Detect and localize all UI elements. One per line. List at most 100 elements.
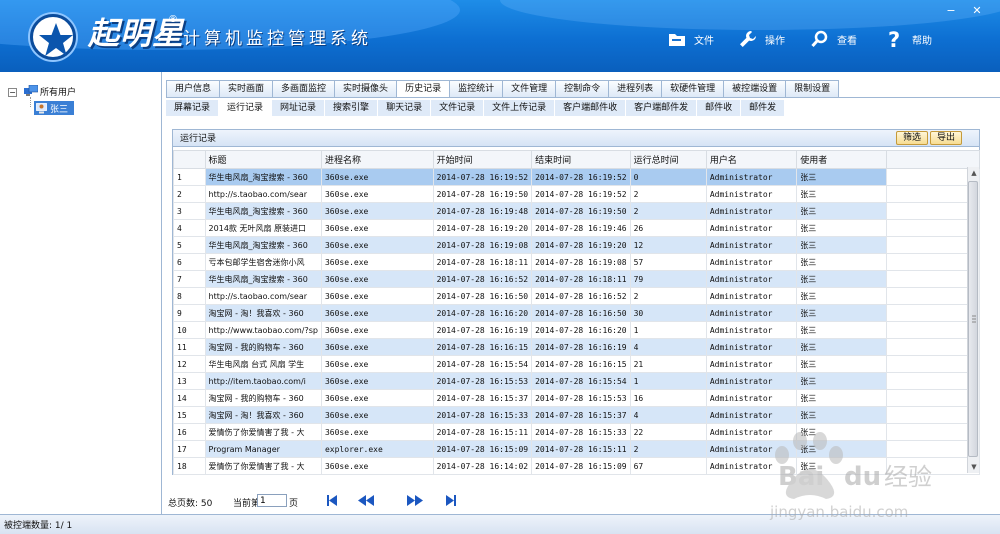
subtab-3[interactable]: 搜索引擎 <box>325 100 378 116</box>
tab-4[interactable]: 历史记录 <box>397 80 451 98</box>
close-button[interactable]: ✕ <box>968 4 986 18</box>
toolbar-operate-button[interactable]: 操作 <box>737 26 785 52</box>
table-cell-title: 华生电风扇 台式 风扇 学生 <box>204 355 322 373</box>
table-row[interactable]: 15 淘宝网 - 淘！我喜欢 - 360 360se.exe 2014-07-28 1… <box>173 406 981 424</box>
table-row[interactable]: 6 亏本包邮学生宿舍迷你小风 360se.exe 2014-07-28 16:18:1… <box>173 253 981 271</box>
table-cell-process: 360se.exe <box>320 304 434 322</box>
table-cell-index: 16 <box>173 423 206 441</box>
subtab-9[interactable]: 邮件收 <box>697 100 741 116</box>
table-row[interactable]: 13 http://item.taobao.com/i 360se.exe 2014-… <box>173 372 981 390</box>
subtab-6[interactable]: 文件上传记录 <box>484 100 555 116</box>
export-button[interactable]: 导出 <box>930 131 963 145</box>
page-number-input[interactable] <box>257 494 287 507</box>
tabs-divider <box>166 97 1000 98</box>
table-row[interactable]: 2 http://s.taobao.com/sear 360se.exe 2014-0… <box>173 185 981 203</box>
column-header-6[interactable]: 用户名 <box>705 150 798 169</box>
scrollbar-thumb[interactable] <box>968 181 978 457</box>
subtab-1[interactable]: 运行记录 <box>219 100 272 116</box>
table-cell-operator: 张三 <box>796 321 887 339</box>
column-header-3[interactable]: 开始时间 <box>432 150 533 169</box>
scroll-up-arrow-icon[interactable]: ▲ <box>968 167 980 179</box>
toolbar-help-label: 帮助 <box>912 35 932 47</box>
table-cell-title: 华生电风扇_淘宝搜索 - 360 <box>204 168 322 186</box>
table-row[interactable]: 1 华生电风扇_淘宝搜索 - 360 360se.exe 2014-07-28 16:… <box>173 168 981 186</box>
table-row[interactable]: 11 淘宝网 - 我的购物车 - 360 360se.exe 2014-07-28 1… <box>173 338 981 356</box>
table-cell-process: 360se.exe <box>320 236 434 254</box>
table-cell-index: 11 <box>173 338 206 356</box>
prev-page-button[interactable] <box>358 493 374 507</box>
tree-root-all-users[interactable]: 所有用户 <box>40 85 76 98</box>
first-page-icon <box>327 494 337 506</box>
toolbar-view-button[interactable]: 查看 <box>809 26 857 52</box>
table-cell-process: 360se.exe <box>320 202 434 220</box>
column-header-1[interactable]: 标题 <box>204 150 322 169</box>
subtab-0[interactable]: 屏幕记录 <box>166 100 219 116</box>
table-row[interactable]: 10 http://www.taobao.com/?sp 360se.exe 2014… <box>173 321 981 339</box>
tab-2[interactable]: 多画面监控 <box>273 80 336 98</box>
tab-9[interactable]: 软硬件管理 <box>662 80 725 98</box>
subtab-10[interactable]: 邮件发 <box>741 100 785 116</box>
table-cell-username: Administrator <box>705 321 798 339</box>
table-cell-username: Administrator <box>705 219 798 237</box>
table-cell-title: 淘宝网 - 我的购物车 - 360 <box>204 389 322 407</box>
column-header-4[interactable]: 结束时间 <box>531 150 631 169</box>
table-cell-index: 14 <box>173 389 206 407</box>
table-cell-start-time: 2014-07-28 16:18:11 <box>432 253 533 271</box>
tab-0[interactable]: 用户信息 <box>166 80 221 98</box>
table-cell-start-time: 2014-07-28 16:16:52 <box>432 270 533 288</box>
table-row[interactable]: 5 华生电风扇_淘宝搜索 - 360 360se.exe 2014-07-28 16:… <box>173 236 981 254</box>
user-computer-icon <box>36 102 47 114</box>
table-row[interactable]: 4 2014款 无叶风扇 原装进口 360se.exe 2014-07-28 16:1… <box>173 219 981 237</box>
table-cell-duration: 21 <box>629 355 707 373</box>
minimize-button[interactable]: − <box>942 4 960 18</box>
toolbar-file-button[interactable]: 文件 <box>666 26 714 52</box>
table-cell-index: 7 <box>173 270 206 288</box>
column-header-5[interactable]: 运行总时间 <box>629 150 707 169</box>
tree-collapse-toggle[interactable]: − <box>8 88 17 97</box>
table-cell-process: 360se.exe <box>320 338 434 356</box>
table-cell-process: 360se.exe <box>320 321 434 339</box>
filter-button[interactable]: 筛选 <box>896 131 929 145</box>
subtab-8[interactable]: 客户端邮件发 <box>626 100 697 116</box>
table-cell-operator: 张三 <box>796 406 887 424</box>
column-header-7[interactable]: 使用者 <box>796 150 887 169</box>
subtab-7[interactable]: 客户端邮件收 <box>555 100 626 116</box>
table-cell-filler <box>885 304 981 322</box>
table-cell-operator: 张三 <box>796 270 887 288</box>
last-page-button[interactable] <box>443 493 459 507</box>
table-row[interactable]: 3 华生电风扇_淘宝搜索 - 360 360se.exe 2014-07-28 16:… <box>173 202 981 220</box>
next-page-button[interactable] <box>407 493 423 507</box>
subtab-5[interactable]: 文件记录 <box>431 100 484 116</box>
tab-1[interactable]: 实时画面 <box>220 80 274 98</box>
tab-6[interactable]: 文件管理 <box>503 80 557 98</box>
table-cell-duration: 2 <box>629 287 707 305</box>
column-header-2[interactable]: 进程名称 <box>320 150 434 169</box>
table-cell-index: 2 <box>173 185 206 203</box>
table-cell-title: 爱情伤了你爱情害了我 - 大 <box>204 457 322 475</box>
user-tree-panel <box>0 72 162 514</box>
table-row[interactable]: 9 淘宝网 - 淘！我喜欢 - 360 360se.exe 2014-07-28 16… <box>173 304 981 322</box>
tab-10[interactable]: 被控端设置 <box>724 80 787 98</box>
table-row[interactable]: 12 华生电风扇 台式 风扇 学生 360se.exe 2014-07-28 16:1… <box>173 355 981 373</box>
table-cell-filler <box>885 321 981 339</box>
tab-3[interactable]: 实时摄像头 <box>335 80 398 98</box>
first-page-button[interactable] <box>324 493 340 507</box>
table-row[interactable]: 7 华生电风扇_淘宝搜索 - 360 360se.exe 2014-07-28 16:… <box>173 270 981 288</box>
tab-8[interactable]: 进程列表 <box>609 80 663 98</box>
subtab-2[interactable]: 网址记录 <box>272 100 325 116</box>
tab-7[interactable]: 控制命令 <box>556 80 610 98</box>
tab-5[interactable]: 监控统计 <box>450 80 504 98</box>
table-cell-start-time: 2014-07-28 16:15:54 <box>432 355 533 373</box>
tree-item-user[interactable]: 张三 <box>34 101 74 115</box>
table-cell-title: http://s.taobao.com/sear <box>204 287 322 305</box>
subtab-4[interactable]: 聊天记录 <box>378 100 431 116</box>
table-row[interactable]: 14 淘宝网 - 我的购物车 - 360 360se.exe 2014-07-28 1… <box>173 389 981 407</box>
table-cell-filler <box>885 406 981 424</box>
table-cell-filler <box>885 355 981 373</box>
table-cell-process: 360se.exe <box>320 168 434 186</box>
toolbar-help-button[interactable]: ? 帮助 <box>884 26 932 52</box>
column-header-0[interactable] <box>173 150 206 169</box>
table-row[interactable]: 8 http://s.taobao.com/sear 360se.exe 2014-0… <box>173 287 981 305</box>
table-cell-index: 18 <box>173 457 206 475</box>
tab-11[interactable]: 限制设置 <box>786 80 840 98</box>
